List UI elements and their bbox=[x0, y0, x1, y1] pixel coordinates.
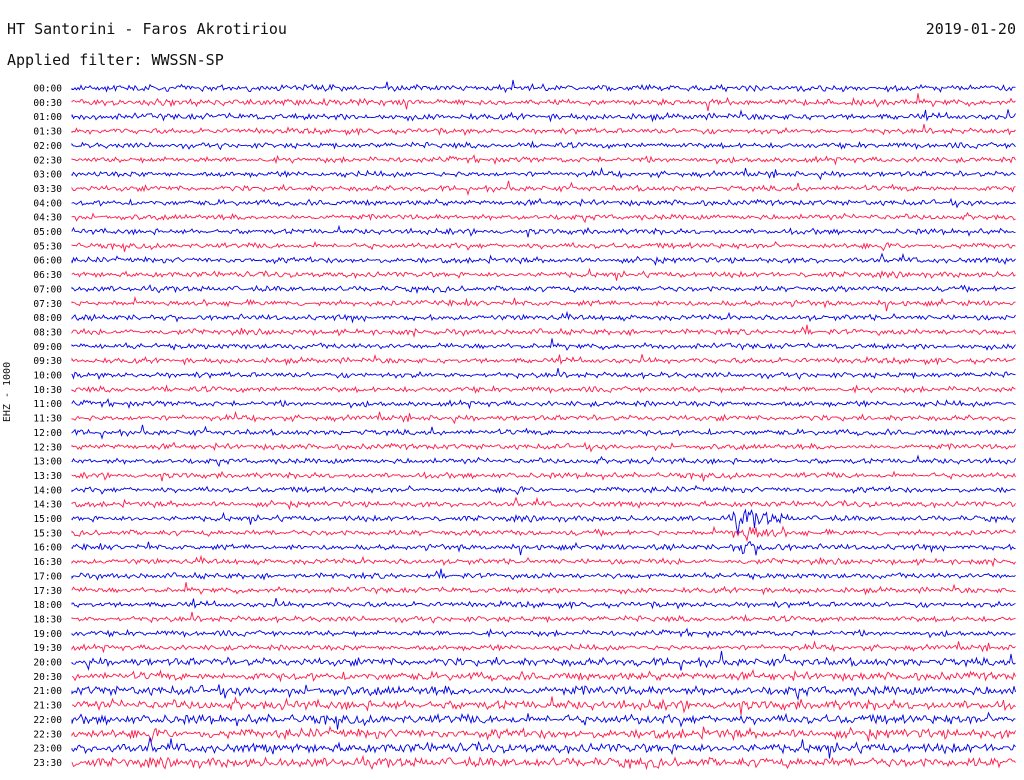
trace-1500 bbox=[71, 508, 1016, 535]
trace-1830 bbox=[71, 611, 1016, 624]
row-label-1530: 15:30 bbox=[33, 528, 62, 539]
trace-1600 bbox=[71, 540, 1016, 556]
row-label-1400: 14:00 bbox=[33, 485, 62, 496]
trace-0100 bbox=[71, 109, 1016, 123]
trace-0500 bbox=[71, 224, 1016, 238]
trace-1200 bbox=[71, 424, 1016, 440]
row-label-0130: 01:30 bbox=[33, 127, 62, 138]
row-label-2000: 20:00 bbox=[33, 658, 62, 669]
row-label-1600: 16:00 bbox=[33, 543, 62, 554]
row-label-1830: 18:30 bbox=[33, 614, 62, 625]
trace-0300 bbox=[71, 166, 1016, 181]
row-label-1000: 10:00 bbox=[33, 371, 62, 382]
trace-1700 bbox=[71, 568, 1016, 581]
trace-0800 bbox=[71, 310, 1016, 324]
row-label-0400: 04:00 bbox=[33, 198, 62, 209]
row-label-1200: 12:00 bbox=[33, 428, 62, 439]
seismogram-chart: 00:00 00:30 01:00 01:30 02:00 02:30 03:00 03:30… bbox=[33, 79, 1016, 771]
trace-1430 bbox=[71, 496, 1016, 511]
trace-0200 bbox=[71, 140, 1016, 151]
row-label-1700: 17:00 bbox=[33, 571, 62, 582]
row-label-0600: 06:00 bbox=[33, 256, 62, 267]
row-label-1330: 13:30 bbox=[33, 471, 62, 482]
trace-1530 bbox=[71, 525, 1016, 543]
row-label-2100: 21:00 bbox=[33, 686, 62, 697]
row-label-2200: 22:00 bbox=[33, 715, 62, 726]
trace-0330 bbox=[71, 180, 1016, 197]
row-label-1130: 11:30 bbox=[33, 414, 62, 425]
row-label-2030: 20:30 bbox=[33, 672, 62, 683]
tick-label-group: 00:00 00:30 01:00 01:30 02:00 02:30 03:00 03:30… bbox=[33, 84, 62, 769]
trace-0900 bbox=[71, 338, 1016, 351]
row-label-0300: 03:00 bbox=[33, 170, 62, 181]
trace-1000 bbox=[71, 368, 1016, 380]
trace-0430 bbox=[71, 211, 1016, 224]
row-label-0930: 09:30 bbox=[33, 356, 62, 367]
row-label-1300: 13:00 bbox=[33, 457, 62, 468]
trace-0700 bbox=[71, 284, 1016, 295]
row-label-0530: 05:30 bbox=[33, 241, 62, 252]
row-label-0030: 00:30 bbox=[33, 98, 62, 109]
trace-2230 bbox=[71, 725, 1016, 743]
row-label-1930: 19:30 bbox=[33, 643, 62, 654]
row-label-1630: 16:30 bbox=[33, 557, 62, 568]
trace-1130 bbox=[71, 410, 1016, 425]
trace-0930 bbox=[71, 353, 1016, 366]
row-label-1900: 19:00 bbox=[33, 629, 62, 640]
trace-2200 bbox=[71, 711, 1016, 730]
row-label-1100: 11:00 bbox=[33, 399, 62, 410]
trace-1400 bbox=[71, 484, 1016, 496]
row-label-1430: 14:30 bbox=[33, 500, 62, 511]
trace-0730 bbox=[71, 296, 1016, 312]
row-label-1030: 10:30 bbox=[33, 385, 62, 396]
row-label-2230: 22:30 bbox=[33, 729, 62, 740]
trace-2130 bbox=[71, 696, 1016, 715]
trace-1230 bbox=[71, 441, 1016, 453]
trace-0000 bbox=[71, 79, 1016, 94]
row-label-1800: 18:00 bbox=[33, 600, 62, 611]
trace-2030 bbox=[71, 669, 1016, 683]
trace-0600 bbox=[71, 252, 1016, 267]
row-label-0200: 02:00 bbox=[33, 141, 62, 152]
trace-0230 bbox=[71, 154, 1016, 166]
trace-0130 bbox=[71, 124, 1016, 137]
trace-1800 bbox=[71, 597, 1016, 610]
trace-0530 bbox=[71, 240, 1016, 252]
trace-2330 bbox=[71, 754, 1016, 771]
trace-1030 bbox=[71, 384, 1016, 394]
trace-0400 bbox=[71, 197, 1016, 209]
row-label-0900: 09:00 bbox=[33, 342, 62, 353]
row-label-1230: 12:30 bbox=[33, 442, 62, 453]
trace-1300 bbox=[71, 454, 1016, 468]
row-label-2130: 21:30 bbox=[33, 701, 62, 712]
trace-group bbox=[71, 79, 1016, 771]
row-label-2300: 23:00 bbox=[33, 744, 62, 755]
row-label-2330: 23:30 bbox=[33, 758, 62, 769]
trace-2300 bbox=[71, 737, 1016, 759]
row-label-0230: 02:30 bbox=[33, 155, 62, 166]
trace-1100 bbox=[71, 398, 1016, 410]
trace-1630 bbox=[71, 554, 1016, 568]
row-label-0100: 01:00 bbox=[33, 112, 62, 123]
trace-0630 bbox=[71, 267, 1016, 281]
row-label-0500: 05:00 bbox=[33, 227, 62, 238]
trace-0830 bbox=[71, 324, 1016, 338]
trace-1330 bbox=[71, 470, 1016, 482]
row-label-0430: 04:30 bbox=[33, 213, 62, 224]
row-label-0330: 03:30 bbox=[33, 184, 62, 195]
row-label-0000: 00:00 bbox=[33, 84, 62, 95]
trace-0030 bbox=[71, 93, 1016, 112]
trace-1730 bbox=[71, 582, 1016, 596]
row-label-1730: 17:30 bbox=[33, 586, 62, 597]
trace-2000 bbox=[71, 650, 1016, 671]
trace-1930 bbox=[71, 640, 1016, 654]
row-label-0800: 08:00 bbox=[33, 313, 62, 324]
trace-2100 bbox=[71, 684, 1016, 701]
row-label-0830: 08:30 bbox=[33, 327, 62, 338]
row-label-1500: 15:00 bbox=[33, 514, 62, 525]
trace-1900 bbox=[71, 627, 1016, 639]
row-label-0730: 07:30 bbox=[33, 299, 62, 310]
row-label-0630: 06:30 bbox=[33, 270, 62, 281]
row-label-0700: 07:00 bbox=[33, 284, 62, 295]
